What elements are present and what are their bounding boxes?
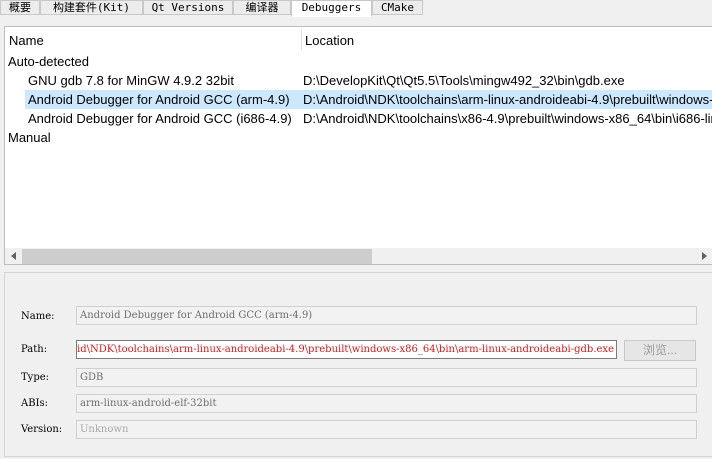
name-field[interactable]: Android Debugger for Android GCC (arm-4.…: [76, 306, 697, 325]
type-field[interactable]: GDB: [76, 368, 697, 387]
tab-bar: 概要 构建套件(Kit) Qt Versions 编译器 Debuggers C…: [0, 0, 712, 17]
tab-overview[interactable]: 概要: [0, 0, 40, 15]
tab-debuggers[interactable]: Debuggers: [291, 0, 372, 17]
debugger-location: D:\DevelopKit\Qt\Qt5.5\Tools\mingw492_32…: [303, 73, 625, 88]
column-header-name[interactable]: Name: [5, 27, 301, 52]
name-label: Name:: [21, 311, 55, 322]
scroll-right-button[interactable]: [696, 248, 712, 264]
debugger-name: Android Debugger for Android GCC (i686-4…: [28, 111, 292, 126]
tree-header: Name Location: [5, 27, 712, 52]
abis-label: ABIs:: [21, 398, 49, 409]
column-header-location[interactable]: Location: [301, 27, 712, 52]
debugger-location: D:\Android\NDK\toolchains\x86-4.9\prebui…: [303, 111, 712, 126]
debugger-details: Name: Android Debugger for Android GCC (…: [4, 272, 712, 457]
debugger-name: Android Debugger for Android GCC (arm-4.…: [28, 92, 290, 107]
path-field[interactable]: D:\Android\NDK\toolchains\arm-linux-andr…: [76, 340, 617, 359]
tab-compilers[interactable]: 编译器: [233, 0, 291, 15]
tab-kits[interactable]: 构建套件(Kit): [40, 0, 143, 15]
version-label: Version:: [21, 424, 63, 435]
tree-row-selected[interactable]: Android Debugger for Android GCC (arm-4.…: [25, 90, 712, 109]
horizontal-scrollbar[interactable]: [5, 248, 712, 264]
group-label: Manual: [8, 130, 51, 145]
version-field[interactable]: Unknown: [76, 420, 697, 439]
debugger-tree[interactable]: Name Location Auto-detected GNU gdb 7.8 …: [4, 26, 712, 265]
group-label: Auto-detected: [8, 54, 89, 69]
tab-cmake[interactable]: CMake: [372, 0, 423, 15]
path-label: Path:: [21, 344, 48, 355]
abis-field[interactable]: arm-linux-android-elf-32bit: [76, 394, 697, 413]
scroll-left-button[interactable]: [5, 248, 22, 264]
group-manual[interactable]: Manual: [5, 128, 712, 147]
debugger-name: GNU gdb 7.8 for MinGW 4.9.2 32bit: [28, 73, 234, 88]
arrow-right-icon: [702, 252, 707, 260]
debugger-location: D:\Android\NDK\toolchains\arm-linux-andr…: [303, 92, 712, 107]
tree-row[interactable]: GNU gdb 7.8 for MinGW 4.9.2 32bit D:\Dev…: [5, 71, 712, 90]
scrollbar-thumb[interactable]: [22, 249, 372, 264]
tab-qt-versions[interactable]: Qt Versions: [143, 0, 233, 15]
browse-button[interactable]: 浏览...: [624, 340, 696, 361]
type-label: Type:: [21, 372, 50, 383]
arrow-left-icon: [11, 252, 16, 260]
group-auto-detected[interactable]: Auto-detected: [5, 52, 712, 71]
tree-row[interactable]: Android Debugger for Android GCC (i686-4…: [5, 109, 712, 128]
